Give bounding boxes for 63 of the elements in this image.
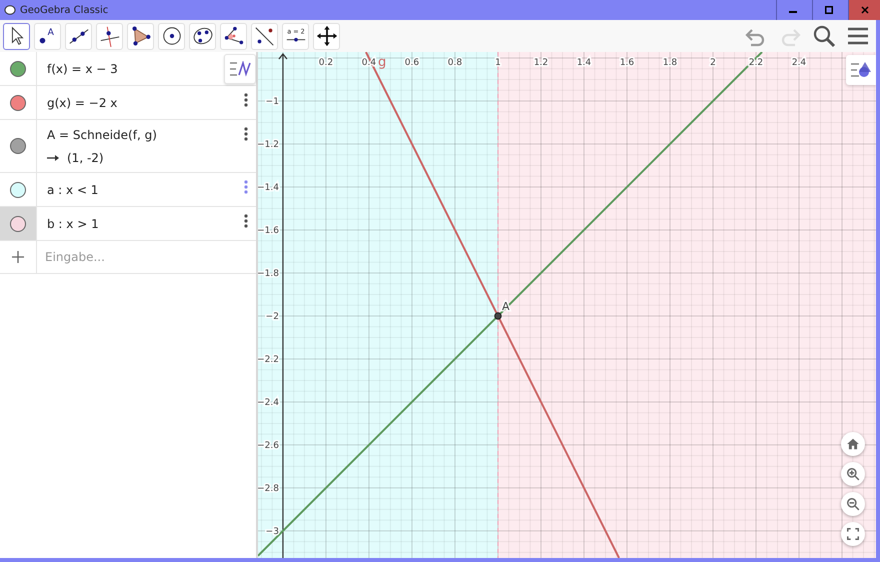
pan-tool-icon <box>316 25 338 47</box>
axis-tick-label: 0.6 <box>404 58 420 68</box>
axis-tick-label: −2.8 <box>258 484 279 494</box>
input-field[interactable]: Eingabe... <box>37 241 256 273</box>
axis-tick-label: 1.4 <box>576 58 592 68</box>
more-menu-button[interactable] <box>242 92 250 108</box>
axis-tick-label: 1.2 <box>534 58 548 68</box>
axis-tick-label: −2.6 <box>258 440 279 451</box>
axis-tick-label: 2.4 <box>792 58 806 68</box>
axis-tick-label: 2 <box>710 58 716 68</box>
axis-tick-label: 1 <box>495 58 501 68</box>
axis-tick-label: −2 <box>266 312 279 322</box>
algebra-style-button[interactable] <box>224 54 256 84</box>
visibility-cell[interactable] <box>0 207 37 240</box>
axis-tick-label: 1.8 <box>662 58 678 68</box>
point-marker <box>494 312 502 320</box>
axis-tick-label: 0.2 <box>318 58 334 68</box>
algebra-output: (1, -2) <box>67 150 104 164</box>
plus-icon <box>12 251 24 263</box>
axis-tick-label: −1.6 <box>258 226 279 236</box>
perpendicular-tool-icon <box>98 25 120 47</box>
graph-label: g <box>378 55 386 70</box>
tool-button[interactable] <box>3 22 30 50</box>
axis-tick-label: −2.4 <box>258 398 279 408</box>
maximize-icon <box>824 6 832 14</box>
algebra-formula: g(x) = −2 x <box>47 96 118 110</box>
axis-tick-label: −2.2 <box>258 354 279 365</box>
home-icon <box>846 437 860 451</box>
fullscreen-icon <box>846 527 860 541</box>
algebra-formula: b : x > 1 <box>47 216 99 230</box>
reflect-tool-icon <box>254 25 276 47</box>
axis-tick-label: −1.4 <box>258 183 279 193</box>
visibility-dot[interactable] <box>10 182 26 198</box>
algebra-formula: A = Schneide(f, g) <box>47 128 157 142</box>
polygon-tool-icon <box>130 25 152 47</box>
axis-tick-label: −1 <box>266 97 279 107</box>
window-title: GeoGebra Classic <box>20 4 110 16</box>
axis-tick-label: 1.6 <box>620 58 634 68</box>
visibility-dot[interactable] <box>10 94 26 110</box>
close-icon <box>860 6 868 14</box>
visibility-dot[interactable] <box>10 216 26 232</box>
app-logo-icon <box>4 4 16 16</box>
visibility-dot[interactable] <box>10 138 26 154</box>
arrow-icon <box>47 154 59 160</box>
zoom-in-icon <box>846 467 860 481</box>
search-icon <box>812 24 836 48</box>
description-toggle-icon <box>229 61 251 77</box>
algebra-formula: a : x < 1 <box>47 182 98 196</box>
axis-tick-label: −3 <box>266 526 279 537</box>
visibility-dot[interactable] <box>10 60 26 76</box>
style-bar-icon <box>850 61 872 79</box>
axis-tick-label: 0.8 <box>448 58 462 68</box>
more-menu-button[interactable] <box>242 213 250 229</box>
axis-tick-label: −1.8 <box>258 268 279 279</box>
style-bar-button[interactable] <box>846 55 876 85</box>
close-button[interactable] <box>848 0 880 20</box>
algebra-formula: f(x) = x − 3 <box>47 62 118 76</box>
more-menu-button[interactable] <box>242 126 250 142</box>
axis-tick-label: −1.2 <box>258 140 279 150</box>
conic-tool-icon <box>192 25 214 47</box>
circle-tool-icon <box>160 25 182 47</box>
zoom-out-icon <box>846 497 860 511</box>
angle-tool-icon <box>222 25 244 47</box>
